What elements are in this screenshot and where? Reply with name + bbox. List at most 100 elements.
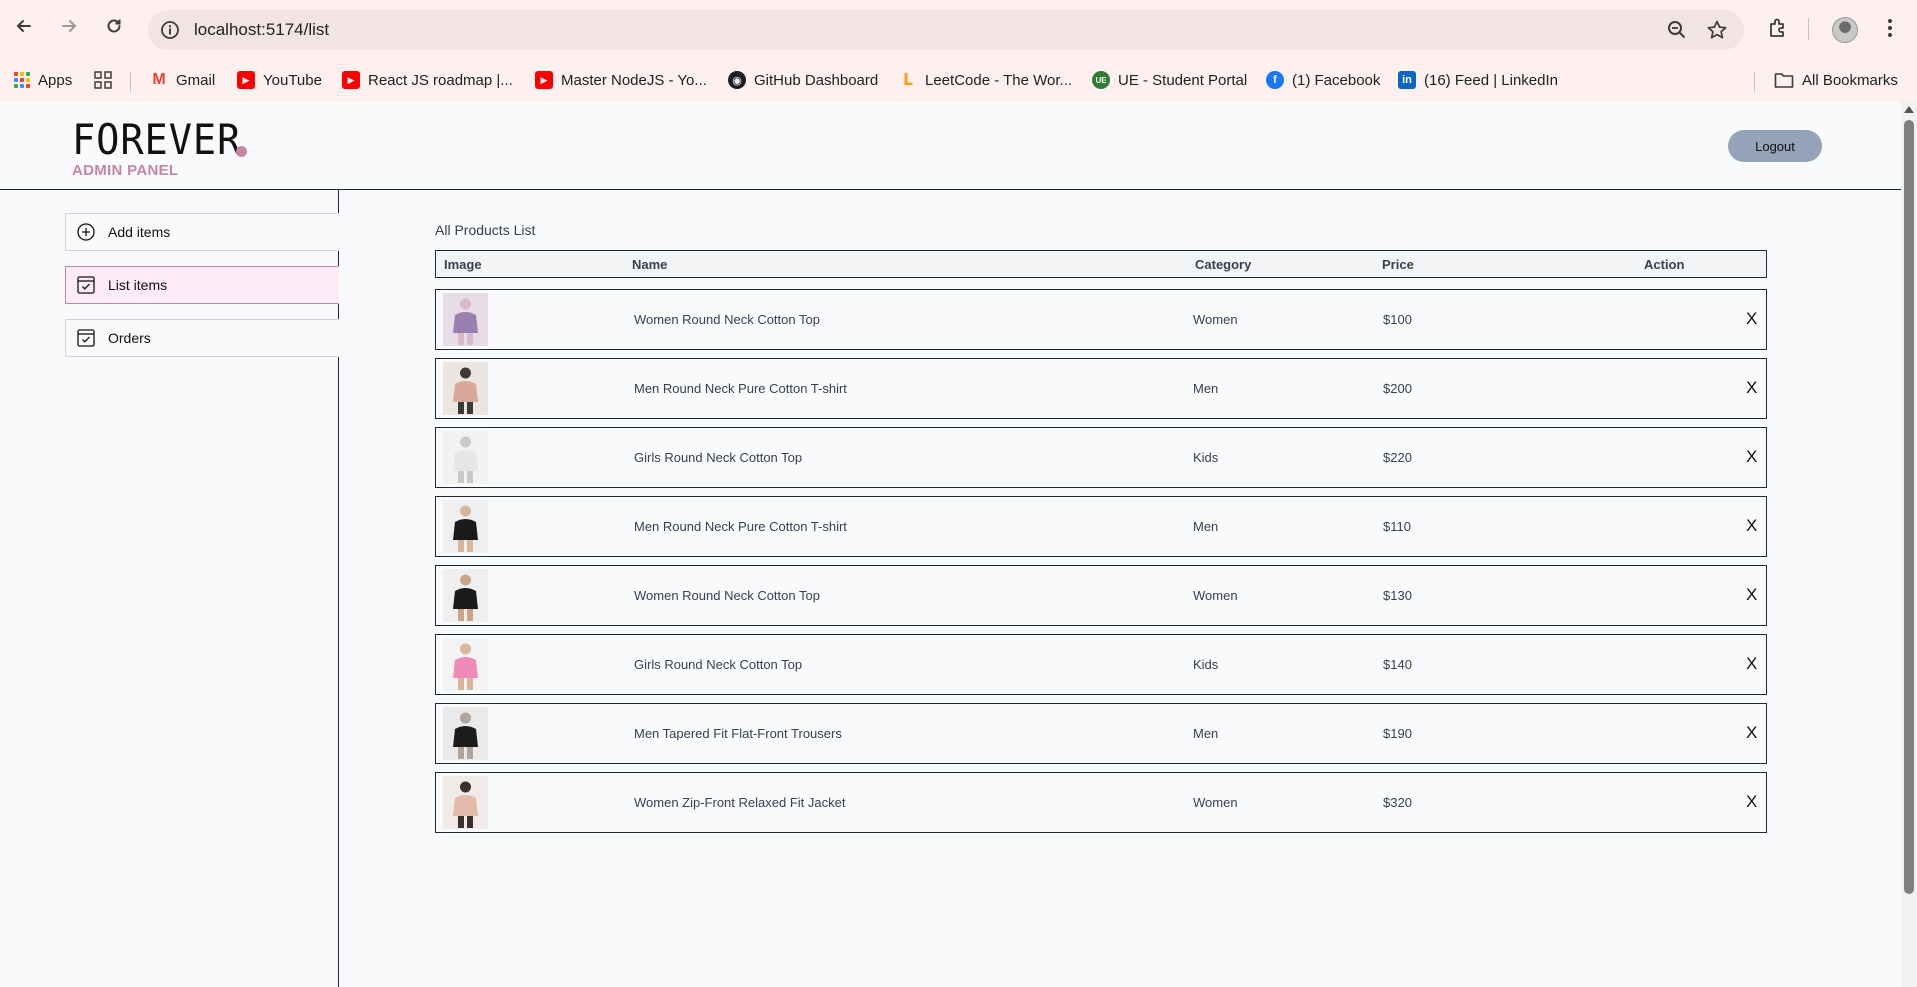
bookmark-star-icon[interactable] [1706, 19, 1728, 41]
bookmark-youtube[interactable]: ▶ YouTube [237, 66, 322, 94]
delete-product-button[interactable]: X [1746, 585, 1757, 605]
sidebar-item-orders[interactable]: Orders [65, 319, 339, 357]
bookmark-label: Apps [38, 71, 73, 89]
product-category: Women [1193, 312, 1238, 327]
product-category: Kids [1193, 657, 1219, 672]
sidebar-item-label: List items [108, 277, 168, 293]
table-row: Women Round Neck Cotton Top Women $130 X [435, 565, 1767, 626]
leetcode-icon: ᒪ [902, 72, 914, 89]
forward-button[interactable] [57, 14, 81, 38]
product-price: $140 [1383, 657, 1412, 672]
toolbar-divider [1808, 18, 1809, 40]
bookmark-linkedin[interactable]: in (16) Feed | LinkedIn [1398, 66, 1558, 94]
facebook-icon: f [1266, 71, 1284, 89]
reload-button[interactable] [102, 14, 126, 38]
column-header-price: Price [1382, 257, 1414, 272]
sidebar-item-list-items[interactable]: List items [65, 266, 339, 304]
sidebar-item-add-items[interactable]: Add items [65, 213, 339, 251]
product-thumbnail [443, 638, 488, 691]
delete-product-button[interactable]: X [1746, 378, 1757, 398]
browser-chrome: localhost:5174/list Apps M Gmail ▶ YouTu… [0, 0, 1917, 102]
product-category: Men [1193, 726, 1219, 741]
scrollbar-thumb[interactable] [1904, 120, 1914, 894]
product-name: Men Tapered Fit Flat-Front Trousers [634, 726, 842, 741]
product-price: $200 [1383, 381, 1412, 396]
zoom-icon[interactable] [1666, 19, 1688, 41]
address-bar[interactable]: localhost:5174/list [148, 10, 1744, 50]
product-thumbnail [443, 362, 488, 415]
product-price: $190 [1383, 726, 1412, 741]
product-price: $100 [1383, 312, 1412, 327]
table-row: Women Zip-Front Relaxed Fit Jacket Women $… [435, 772, 1767, 833]
table-row: Women Round Neck Cotton Top Women $100 X [435, 289, 1767, 350]
table-row: Men Round Neck Pure Cotton T-shirt Men $20… [435, 358, 1767, 419]
sidebar-item-label: Add items [108, 224, 171, 240]
bookmark-label: Master NodeJS - Yo... [561, 71, 707, 89]
table-row: Men Tapered Fit Flat-Front Trousers Men $1… [435, 703, 1767, 764]
bookmark-react-roadmap[interactable]: ▶ React JS roadmap |... [342, 66, 513, 94]
product-category: Men [1193, 381, 1219, 396]
product-price: $220 [1383, 450, 1412, 465]
product-name: Girls Round Neck Cotton Top [634, 450, 803, 465]
site-info-icon[interactable] [160, 20, 180, 40]
logo-wordmark: FOREVER [72, 115, 242, 164]
youtube-icon: ▶ [342, 71, 360, 89]
page-scrollbar[interactable] [1901, 102, 1917, 987]
table-row: Men Round Neck Pure Cotton T-shirt Men $11… [435, 496, 1767, 557]
delete-product-button[interactable]: X [1746, 792, 1757, 812]
delete-product-button[interactable]: X [1746, 516, 1757, 536]
scroll-up-arrow-icon[interactable] [1904, 106, 1914, 113]
tab-groups-button[interactable] [94, 66, 112, 94]
bookmark-master-nodejs[interactable]: ▶ Master NodeJS - Yo... [535, 66, 707, 94]
product-price: $110 [1383, 519, 1411, 534]
product-category: Men [1193, 519, 1219, 534]
more-menu-icon[interactable] [1878, 16, 1902, 40]
product-name: Women Round Neck Cotton Top [634, 588, 820, 603]
product-thumbnail [443, 569, 488, 622]
bookmark-github[interactable]: ◉ GitHub Dashboard [728, 66, 878, 94]
youtube-icon: ▶ [535, 71, 553, 89]
sidebar-item-label: Orders [108, 330, 151, 346]
delete-product-button[interactable]: X [1746, 723, 1757, 743]
bookmark-label: (1) Facebook [1292, 71, 1381, 89]
delete-product-button[interactable]: X [1746, 309, 1757, 329]
bookmark-facebook[interactable]: f (1) Facebook [1266, 66, 1380, 94]
bookmark-label: (16) Feed | LinkedIn [1424, 71, 1558, 89]
bookmark-gmail[interactable]: M Gmail [150, 66, 215, 94]
bookmark-leetcode[interactable]: ᒪ LeetCode - The Wor... [899, 66, 1072, 94]
page-title: All Products List [435, 222, 536, 238]
bookmark-apps[interactable]: Apps [14, 66, 72, 94]
bookmark-label: React JS roadmap |... [368, 71, 513, 89]
logo-dot [236, 146, 247, 157]
profile-avatar[interactable] [1832, 17, 1858, 43]
bookmark-divider [1754, 72, 1755, 92]
table-row: Girls Round Neck Cotton Top Kids $140 X [435, 634, 1767, 695]
product-name: Women Round Neck Cotton Top [634, 312, 820, 327]
product-category: Kids [1193, 450, 1219, 465]
delete-product-button[interactable]: X [1746, 447, 1757, 467]
logout-button[interactable]: Logout [1728, 130, 1822, 162]
youtube-icon: ▶ [237, 71, 255, 89]
ue-portal-icon: UE [1092, 71, 1110, 89]
product-thumbnail [443, 500, 488, 553]
back-button[interactable] [12, 14, 36, 38]
arrow-left-icon [16, 20, 31, 32]
checklist-icon [77, 329, 95, 347]
bookmark-label: LeetCode - The Wor... [925, 71, 1073, 89]
logo[interactable]: FOREVER ADMIN PANEL [72, 115, 256, 179]
apps-grid-icon [14, 72, 30, 88]
all-bookmarks-button[interactable]: All Bookmarks [1774, 66, 1898, 94]
all-bookmarks-label: All Bookmarks [1802, 71, 1898, 89]
column-header-category: Category [1195, 257, 1252, 272]
reload-icon [107, 19, 121, 33]
browser-toolbar: localhost:5174/list [0, 0, 1917, 60]
delete-product-button[interactable]: X [1746, 654, 1757, 674]
folder-icon [1774, 73, 1794, 88]
url-text[interactable]: localhost:5174/list [194, 20, 329, 40]
product-thumbnail [443, 707, 488, 760]
bookmark-ue-portal[interactable]: UE UE - Student Portal [1092, 66, 1247, 94]
column-header-image: Image [444, 257, 482, 272]
extensions-icon[interactable] [1766, 16, 1790, 40]
linkedin-icon: in [1398, 71, 1416, 89]
product-thumbnail [443, 776, 488, 829]
